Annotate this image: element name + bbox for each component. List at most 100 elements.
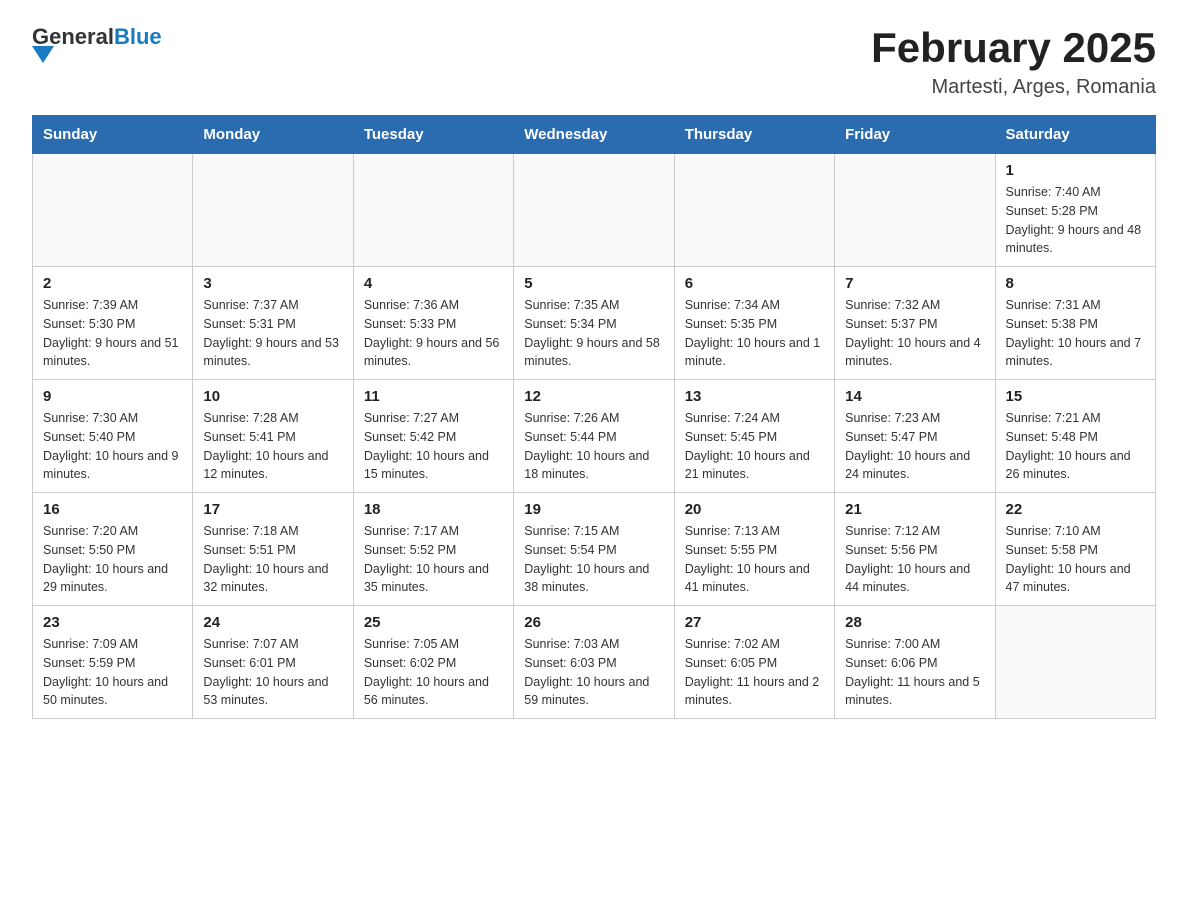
calendar-day-cell <box>33 154 193 267</box>
calendar-day-cell: 10 Sunrise: 7:28 AM Sunset: 5:41 PM Dayli… <box>193 380 353 493</box>
day-number: 16 <box>43 501 182 518</box>
day-info: Sunrise: 7:03 AM Sunset: 6:03 PM Dayligh… <box>524 635 663 710</box>
day-number: 8 <box>1006 275 1145 292</box>
calendar-day-cell: 20Sunrise: 7:13 AM Sunset: 5:55 PM Dayli… <box>674 493 834 606</box>
calendar-day-header: Wednesday <box>514 116 674 154</box>
day-number: 18 <box>364 501 503 518</box>
day-info: Sunrise: 7:34 AM Sunset: 5:35 PM Dayligh… <box>685 296 824 371</box>
calendar-week-row: 9 Sunrise: 7:30 AM Sunset: 5:40 PM Daylig… <box>33 380 1156 493</box>
day-info: Sunrise: 7:20 AM Sunset: 5:50 PM Dayligh… <box>43 522 182 597</box>
calendar-week-row: 1 Sunrise: 7:40 AM Sunset: 5:28 PM Daylig… <box>33 154 1156 267</box>
day-number: 21 <box>845 501 984 518</box>
day-info: Sunrise: 7:27 AM Sunset: 5:42 PM Dayligh… <box>364 409 503 484</box>
day-number: 17 <box>203 501 342 518</box>
day-number: 1 <box>1006 162 1145 179</box>
calendar-day-cell: 23 Sunrise: 7:09 AM Sunset: 5:59 PM Dayli… <box>33 606 193 719</box>
day-number: 22 <box>1006 501 1145 518</box>
calendar-day-cell: 17 Sunrise: 7:18 AM Sunset: 5:51 PM Dayli… <box>193 493 353 606</box>
page-subtitle: Martesti, Arges, Romania <box>871 76 1156 99</box>
calendar-day-header: Monday <box>193 116 353 154</box>
day-number: 27 <box>685 614 824 631</box>
calendar-day-cell: 3Sunrise: 7:37 AM Sunset: 5:31 PM Daylig… <box>193 267 353 380</box>
page-title: February 2025 <box>871 24 1156 72</box>
day-info: Sunrise: 7:39 AM Sunset: 5:30 PM Dayligh… <box>43 296 182 371</box>
day-number: 15 <box>1006 388 1145 405</box>
calendar-day-cell <box>193 154 353 267</box>
day-info: Sunrise: 7:18 AM Sunset: 5:51 PM Dayligh… <box>203 522 342 597</box>
calendar-day-cell <box>353 154 513 267</box>
calendar-day-cell: 7 Sunrise: 7:32 AM Sunset: 5:37 PM Daylig… <box>835 267 995 380</box>
day-info: Sunrise: 7:17 AM Sunset: 5:52 PM Dayligh… <box>364 522 503 597</box>
calendar-day-header: Sunday <box>33 116 193 154</box>
calendar-day-cell: 16 Sunrise: 7:20 AM Sunset: 5:50 PM Dayli… <box>33 493 193 606</box>
day-number: 6 <box>685 275 824 292</box>
calendar-day-cell: 1 Sunrise: 7:40 AM Sunset: 5:28 PM Daylig… <box>995 154 1155 267</box>
calendar-day-cell: 28 Sunrise: 7:00 AM Sunset: 6:06 PM Dayli… <box>835 606 995 719</box>
day-info: Sunrise: 7:26 AM Sunset: 5:44 PM Dayligh… <box>524 409 663 484</box>
calendar-day-header: Saturday <box>995 116 1155 154</box>
day-info: Sunrise: 7:31 AM Sunset: 5:38 PM Dayligh… <box>1006 296 1145 371</box>
day-number: 24 <box>203 614 342 631</box>
day-info: Sunrise: 7:02 AM Sunset: 6:05 PM Dayligh… <box>685 635 824 710</box>
calendar-day-cell: 22 Sunrise: 7:10 AM Sunset: 5:58 PM Dayli… <box>995 493 1155 606</box>
day-info: Sunrise: 7:00 AM Sunset: 6:06 PM Dayligh… <box>845 635 984 710</box>
calendar-day-cell <box>835 154 995 267</box>
day-number: 10 <box>203 388 342 405</box>
calendar-day-cell: 24 Sunrise: 7:07 AM Sunset: 6:01 PM Dayli… <box>193 606 353 719</box>
calendar-week-row: 16 Sunrise: 7:20 AM Sunset: 5:50 PM Dayli… <box>33 493 1156 606</box>
title-block: February 2025 Martesti, Arges, Romania <box>871 24 1156 99</box>
day-number: 14 <box>845 388 984 405</box>
page-header: GeneralBlue February 2025 Martesti, Arge… <box>32 24 1156 99</box>
logo: GeneralBlue <box>32 24 162 63</box>
day-info: Sunrise: 7:32 AM Sunset: 5:37 PM Dayligh… <box>845 296 984 371</box>
calendar-header-row: SundayMondayTuesdayWednesdayThursdayFrid… <box>33 116 1156 154</box>
logo-blue: Blue <box>114 24 162 49</box>
day-number: 7 <box>845 275 984 292</box>
day-number: 25 <box>364 614 503 631</box>
day-number: 3 <box>203 275 342 292</box>
calendar-day-cell: 11 Sunrise: 7:27 AM Sunset: 5:42 PM Dayli… <box>353 380 513 493</box>
day-number: 9 <box>43 388 182 405</box>
calendar-day-header: Friday <box>835 116 995 154</box>
calendar-day-cell: 27 Sunrise: 7:02 AM Sunset: 6:05 PM Dayli… <box>674 606 834 719</box>
day-number: 4 <box>364 275 503 292</box>
day-number: 2 <box>43 275 182 292</box>
day-info: Sunrise: 7:28 AM Sunset: 5:41 PM Dayligh… <box>203 409 342 484</box>
calendar-week-row: 2 Sunrise: 7:39 AM Sunset: 5:30 PM Daylig… <box>33 267 1156 380</box>
day-info: Sunrise: 7:40 AM Sunset: 5:28 PM Dayligh… <box>1006 183 1145 258</box>
day-number: 12 <box>524 388 663 405</box>
calendar-week-row: 23 Sunrise: 7:09 AM Sunset: 5:59 PM Dayli… <box>33 606 1156 719</box>
logo-triangle-icon <box>32 46 54 63</box>
calendar-day-cell: 25 Sunrise: 7:05 AM Sunset: 6:02 PM Dayli… <box>353 606 513 719</box>
calendar-day-cell <box>995 606 1155 719</box>
calendar-day-header: Tuesday <box>353 116 513 154</box>
day-info: Sunrise: 7:05 AM Sunset: 6:02 PM Dayligh… <box>364 635 503 710</box>
day-info: Sunrise: 7:21 AM Sunset: 5:48 PM Dayligh… <box>1006 409 1145 484</box>
day-info: Sunrise: 7:12 AM Sunset: 5:56 PM Dayligh… <box>845 522 984 597</box>
day-info: Sunrise: 7:24 AM Sunset: 5:45 PM Dayligh… <box>685 409 824 484</box>
calendar-day-cell: 8 Sunrise: 7:31 AM Sunset: 5:38 PM Daylig… <box>995 267 1155 380</box>
calendar-day-cell: 5 Sunrise: 7:35 AM Sunset: 5:34 PM Daylig… <box>514 267 674 380</box>
day-number: 11 <box>364 388 503 405</box>
day-number: 19 <box>524 501 663 518</box>
calendar-day-cell <box>674 154 834 267</box>
day-info: Sunrise: 7:23 AM Sunset: 5:47 PM Dayligh… <box>845 409 984 484</box>
day-info: Sunrise: 7:15 AM Sunset: 5:54 PM Dayligh… <box>524 522 663 597</box>
calendar-day-cell: 15 Sunrise: 7:21 AM Sunset: 5:48 PM Dayli… <box>995 380 1155 493</box>
day-info: Sunrise: 7:09 AM Sunset: 5:59 PM Dayligh… <box>43 635 182 710</box>
calendar-day-cell: 14 Sunrise: 7:23 AM Sunset: 5:47 PM Dayli… <box>835 380 995 493</box>
day-info: Sunrise: 7:30 AM Sunset: 5:40 PM Dayligh… <box>43 409 182 484</box>
day-number: 23 <box>43 614 182 631</box>
day-number: 28 <box>845 614 984 631</box>
day-info: Sunrise: 7:35 AM Sunset: 5:34 PM Dayligh… <box>524 296 663 371</box>
calendar-day-cell: 21 Sunrise: 7:12 AM Sunset: 5:56 PM Dayli… <box>835 493 995 606</box>
calendar-table: SundayMondayTuesdayWednesdayThursdayFrid… <box>32 115 1156 719</box>
day-info: Sunrise: 7:07 AM Sunset: 6:01 PM Dayligh… <box>203 635 342 710</box>
day-number: 5 <box>524 275 663 292</box>
calendar-day-cell: 6 Sunrise: 7:34 AM Sunset: 5:35 PM Daylig… <box>674 267 834 380</box>
calendar-day-cell: 26Sunrise: 7:03 AM Sunset: 6:03 PM Dayli… <box>514 606 674 719</box>
day-number: 13 <box>685 388 824 405</box>
day-info: Sunrise: 7:10 AM Sunset: 5:58 PM Dayligh… <box>1006 522 1145 597</box>
calendar-day-cell: 18 Sunrise: 7:17 AM Sunset: 5:52 PM Dayli… <box>353 493 513 606</box>
calendar-day-cell: 13 Sunrise: 7:24 AM Sunset: 5:45 PM Dayli… <box>674 380 834 493</box>
